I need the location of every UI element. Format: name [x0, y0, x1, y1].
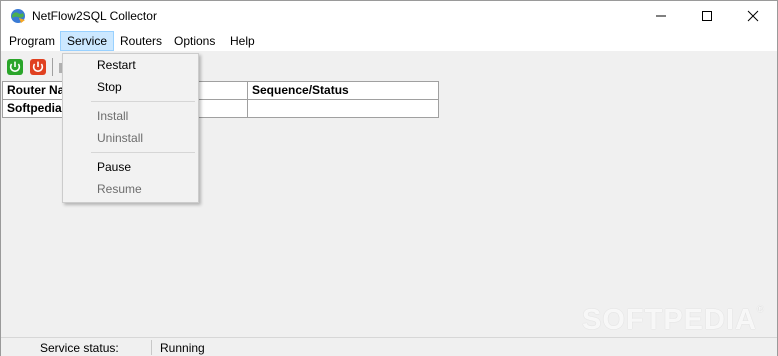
toolbar-separator [52, 58, 53, 76]
menu-item-label: Uninstall [97, 131, 144, 145]
service-menu-dropdown: Restart Stop Install Uninstall Pause Res… [62, 53, 199, 203]
softpedia-watermark: SOFTPEDIA® [582, 304, 765, 337]
menu-item-restart[interactable]: Restart [63, 54, 198, 76]
power-stop-icon [30, 59, 46, 75]
menu-item-install: Install [63, 105, 198, 127]
service-status-label: Service status: [40, 341, 119, 355]
service-status-value: Running [160, 341, 205, 355]
menu-help[interactable]: Help [224, 31, 261, 51]
menu-item-resume: Resume [63, 178, 198, 200]
window-title: NetFlow2SQL Collector [32, 9, 157, 23]
menu-item-stop[interactable]: Stop [63, 76, 198, 98]
menu-separator [91, 152, 195, 153]
menu-item-label: Stop [97, 80, 122, 94]
watermark-text: SOFTPEDIA [582, 304, 757, 336]
app-window: NetFlow2SQL Collector Program Service Ro… [0, 0, 778, 356]
menu-item-label: Install [97, 109, 129, 123]
minimize-button[interactable] [638, 1, 684, 31]
menu-separator [91, 101, 195, 102]
menu-service[interactable]: Service [60, 31, 115, 51]
maximize-button[interactable] [684, 1, 730, 31]
menu-item-label: Resume [97, 182, 142, 196]
title-bar[interactable]: NetFlow2SQL Collector [1, 1, 777, 31]
close-button[interactable] [730, 1, 776, 31]
start-service-button[interactable] [6, 58, 24, 76]
menu-bar: Program Service Routers Options Help [1, 31, 777, 51]
watermark-mark: ® [756, 304, 765, 314]
menu-program[interactable]: Program [3, 31, 61, 51]
cell-sequence-status [247, 100, 438, 117]
globe-icon [11, 9, 25, 23]
menu-options[interactable]: Options [168, 31, 221, 51]
status-bar: Service status: Running [1, 337, 777, 356]
menu-item-label: Restart [97, 58, 136, 72]
status-separator [151, 340, 152, 355]
column-header-sequence-status[interactable]: Sequence/Status [247, 82, 438, 99]
maximize-icon [702, 11, 712, 21]
minimize-icon [656, 15, 666, 17]
menu-routers[interactable]: Routers [114, 31, 168, 51]
power-start-icon [7, 59, 23, 75]
close-icon [747, 10, 759, 22]
stop-service-button[interactable] [29, 58, 47, 76]
menu-item-uninstall: Uninstall [63, 127, 198, 149]
menu-item-pause[interactable]: Pause [63, 156, 198, 178]
menu-item-label: Pause [97, 160, 132, 174]
